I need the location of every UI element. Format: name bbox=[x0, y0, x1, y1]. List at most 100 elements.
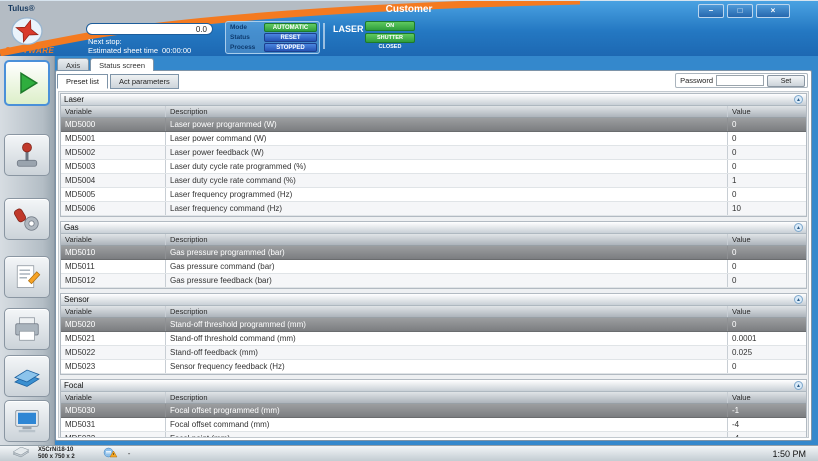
table-row[interactable]: MD5022Stand-off feedback (mm)0.025 bbox=[61, 346, 806, 360]
table-row[interactable]: MD5031Focal offset command (mm)-4 bbox=[61, 418, 806, 432]
notification-icon[interactable] bbox=[103, 445, 118, 461]
joystick-icon bbox=[12, 140, 42, 170]
program-editor-button[interactable] bbox=[4, 256, 50, 298]
table-row[interactable]: MD5012Gas pressure feedback (bar)0 bbox=[61, 274, 806, 288]
table-row[interactable]: MD5002Laser power feedback (W)0 bbox=[61, 146, 806, 160]
manual-control-button[interactable] bbox=[4, 134, 50, 176]
value-cell: 0 bbox=[728, 132, 806, 145]
process-value[interactable]: STOPPED bbox=[264, 43, 317, 52]
variable-cell: MD5011 bbox=[61, 260, 166, 273]
sidebar bbox=[0, 56, 55, 447]
description-cell: Laser power command (W) bbox=[166, 132, 728, 145]
variable-cell: MD5022 bbox=[61, 346, 166, 359]
description-cell: Stand-off threshold programmed (mm) bbox=[166, 318, 728, 331]
collapse-icon[interactable]: ▲ bbox=[794, 95, 803, 104]
set-password-button[interactable]: Set bbox=[767, 75, 805, 87]
column-header-row: VariableDescriptionValue bbox=[61, 234, 806, 246]
section-header: Laser▲ bbox=[61, 94, 806, 106]
table-row[interactable]: MD5030Focal offset programmed (mm)-1 bbox=[61, 404, 806, 418]
minimize-button[interactable]: – bbox=[698, 4, 724, 18]
maximize-button[interactable]: □ bbox=[727, 4, 753, 18]
estimated-sheet-time-value: 00:00:00 bbox=[162, 46, 191, 55]
subtab-preset-list[interactable]: Preset list bbox=[57, 74, 108, 89]
notification-note: - bbox=[128, 449, 131, 458]
process-label: Process bbox=[228, 44, 264, 51]
diagnostics-button[interactable] bbox=[4, 400, 50, 442]
subtab-act-parameters[interactable]: Act parameters bbox=[110, 74, 179, 89]
header: Tulus® Customer – □ × SOFTWARE Next stop… bbox=[0, 0, 818, 56]
description-cell: Focal point (mm) bbox=[166, 432, 728, 438]
variable-cell: MD5010 bbox=[61, 246, 166, 259]
laser-shutter-closed-button[interactable]: SHUTTER CLOSED bbox=[365, 33, 415, 43]
laser-on-button[interactable]: ON bbox=[365, 21, 415, 31]
table-row[interactable]: MD5011Gas pressure command (bar)0 bbox=[61, 260, 806, 274]
tool-setup-button[interactable] bbox=[4, 198, 50, 240]
clock: 1:50 PM bbox=[772, 449, 806, 459]
description-cell: Laser duty cycle rate command (%) bbox=[166, 174, 728, 187]
collapse-icon[interactable]: ▲ bbox=[794, 223, 803, 232]
machine-status-row: ProcessSTOPPED bbox=[228, 43, 317, 52]
value-cell: 0 bbox=[728, 260, 806, 273]
next-stop-label: Next stop: bbox=[88, 37, 122, 46]
value-cell: 0 bbox=[728, 360, 806, 373]
table-row[interactable]: MD5010Gas pressure programmed (bar)0 bbox=[61, 246, 806, 260]
password-input[interactable] bbox=[716, 75, 764, 86]
value-cell: 0 bbox=[728, 246, 806, 259]
table-row[interactable]: MD5023Sensor frequency feedback (Hz)0 bbox=[61, 360, 806, 374]
machine-status-row: ModeAUTOMATIC bbox=[228, 23, 317, 32]
variable-cell: MD5030 bbox=[61, 404, 166, 417]
tab-status-screen[interactable]: Status screen bbox=[90, 58, 154, 71]
value-cell: 0 bbox=[728, 146, 806, 159]
table-row[interactable]: MD5020Stand-off threshold programmed (mm… bbox=[61, 318, 806, 332]
table-row[interactable]: MD5021Stand-off threshold command (mm)0.… bbox=[61, 332, 806, 346]
table-row[interactable]: MD5000Laser power programmed (W)0 bbox=[61, 118, 806, 132]
start-button[interactable] bbox=[4, 60, 50, 106]
laser-label: LASER bbox=[333, 24, 364, 34]
table-row[interactable]: MD5004Laser duty cycle rate command (%)1 bbox=[61, 174, 806, 188]
app-title: Tulus® bbox=[8, 4, 35, 13]
tool-icon bbox=[12, 204, 42, 234]
value-cell: 0 bbox=[728, 160, 806, 173]
variable-cell: MD5012 bbox=[61, 274, 166, 287]
column-header: Variable bbox=[61, 306, 166, 317]
table-row[interactable]: MD5003Laser duty cycle rate programmed (… bbox=[61, 160, 806, 174]
variable-cell: MD5020 bbox=[61, 318, 166, 331]
value-cell: 1 bbox=[728, 174, 806, 187]
column-header-row: VariableDescriptionValue bbox=[61, 306, 806, 318]
table-row[interactable]: MD5032Focal point (mm)-4 bbox=[61, 432, 806, 438]
subtabs: Preset listAct parameters bbox=[57, 72, 181, 89]
section-laser: Laser▲VariableDescriptionValueMD5000Lase… bbox=[60, 93, 807, 217]
table-row[interactable]: MD5001Laser power command (W)0 bbox=[61, 132, 806, 146]
value-cell: 0 bbox=[728, 274, 806, 287]
window-controls: – □ × bbox=[698, 4, 790, 18]
app-window: Tulus® Customer – □ × SOFTWARE Next stop… bbox=[0, 0, 818, 461]
header-divider bbox=[323, 23, 325, 49]
description-cell: Stand-off feedback (mm) bbox=[166, 346, 728, 359]
close-button[interactable]: × bbox=[756, 4, 790, 18]
description-cell: Sensor frequency feedback (Hz) bbox=[166, 360, 728, 373]
mode-value[interactable]: AUTOMATIC bbox=[264, 23, 317, 32]
window-title: Customer bbox=[386, 4, 433, 15]
column-header: Description bbox=[166, 392, 728, 403]
feed-rate-input[interactable] bbox=[86, 23, 213, 35]
variable-cell: MD5003 bbox=[61, 160, 166, 173]
column-header: Value bbox=[728, 392, 806, 403]
sheet-loading-button[interactable] bbox=[4, 355, 50, 397]
password-label: Password bbox=[678, 76, 713, 85]
password-group: Password Set bbox=[675, 73, 808, 88]
print-button[interactable] bbox=[4, 308, 50, 350]
value-cell: -4 bbox=[728, 432, 806, 438]
table-row[interactable]: MD5006Laser frequency command (Hz)10 bbox=[61, 202, 806, 216]
section-header: Sensor▲ bbox=[61, 294, 806, 306]
status-value[interactable]: RESET bbox=[264, 33, 317, 42]
description-cell: Laser frequency programmed (Hz) bbox=[166, 188, 728, 201]
section-sensor: Sensor▲VariableDescriptionValueMD5020Sta… bbox=[60, 293, 807, 375]
table-row[interactable]: MD5005Laser frequency programmed (Hz)0 bbox=[61, 188, 806, 202]
collapse-icon[interactable]: ▲ bbox=[794, 295, 803, 304]
value-cell: -4 bbox=[728, 418, 806, 431]
collapse-icon[interactable]: ▲ bbox=[794, 381, 803, 390]
description-cell: Gas pressure command (bar) bbox=[166, 260, 728, 273]
value-cell: 10 bbox=[728, 202, 806, 215]
section-title: Gas bbox=[64, 223, 79, 232]
status-label: Status bbox=[228, 34, 264, 41]
